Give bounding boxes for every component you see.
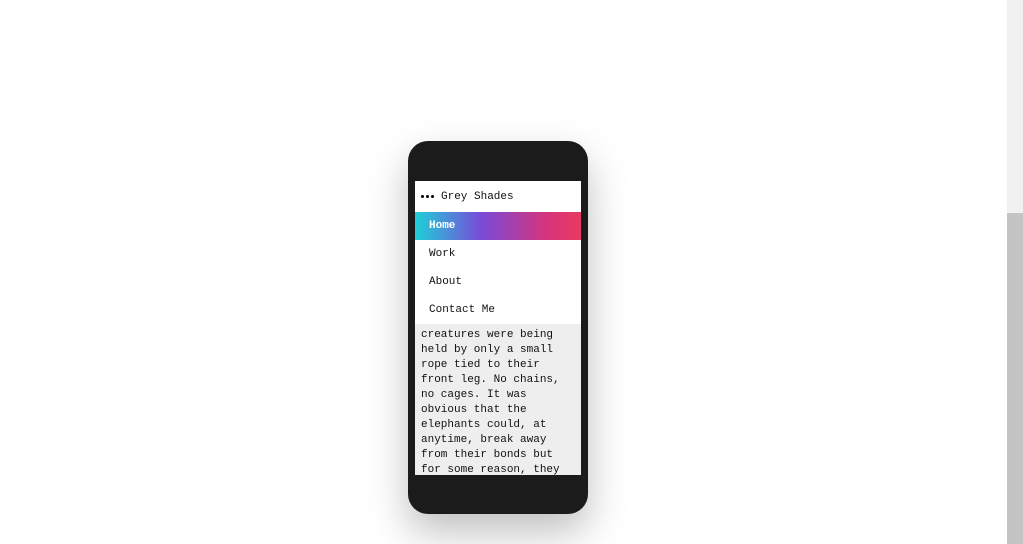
nav-item-contact[interactable]: Contact Me bbox=[415, 296, 581, 324]
dot-icon bbox=[431, 195, 434, 198]
header-bar: Grey Shades bbox=[415, 181, 581, 212]
nav-item-label: Home bbox=[429, 220, 455, 232]
body-paragraph: creatures were being held by only a smal… bbox=[421, 328, 575, 475]
article-body: creatures were being held by only a smal… bbox=[415, 324, 581, 475]
scrollbar-thumb[interactable] bbox=[1007, 213, 1023, 544]
nav-item-label: Contact Me bbox=[429, 304, 495, 316]
stage: Grey Shades Home Work About Contact Me bbox=[0, 0, 1007, 544]
phone-frame: Grey Shades Home Work About Contact Me bbox=[408, 141, 588, 514]
dot-icon bbox=[421, 195, 424, 198]
dot-icon bbox=[426, 195, 429, 198]
nav-item-work[interactable]: Work bbox=[415, 240, 581, 268]
nav-item-label: Work bbox=[429, 248, 455, 260]
menu-icon[interactable] bbox=[421, 195, 434, 198]
nav-item-label: About bbox=[429, 276, 462, 288]
nav-menu: Home Work About Contact Me bbox=[415, 212, 581, 324]
phone-screen: Grey Shades Home Work About Contact Me bbox=[415, 181, 581, 475]
brand-title: Grey Shades bbox=[441, 191, 514, 203]
nav-item-about[interactable]: About bbox=[415, 268, 581, 296]
nav-item-home[interactable]: Home bbox=[415, 212, 581, 240]
